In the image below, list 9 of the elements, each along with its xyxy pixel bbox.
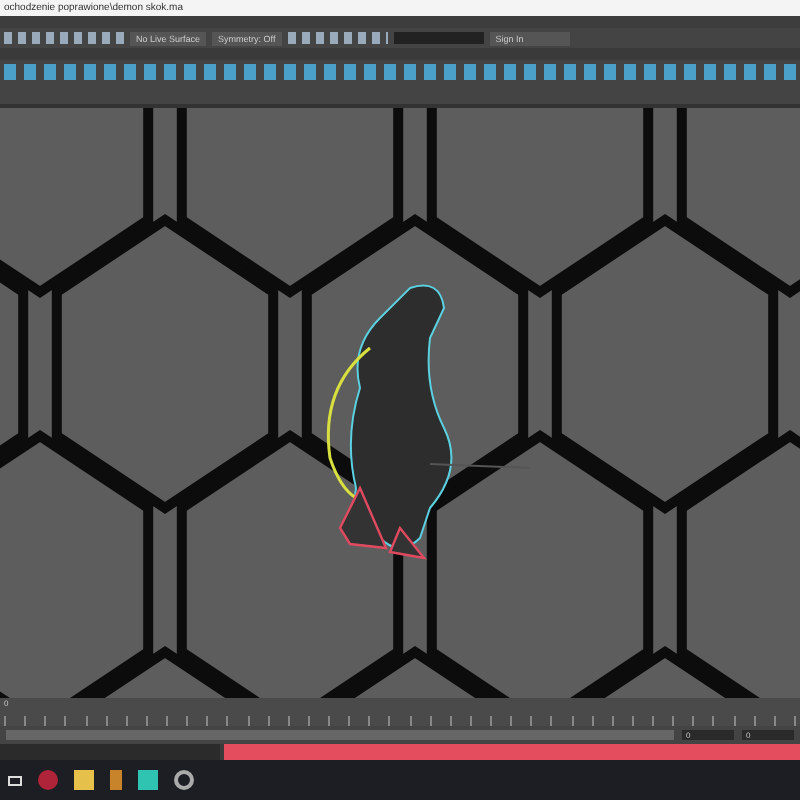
app-tile-icon[interactable] bbox=[138, 770, 158, 790]
shelf-icons[interactable] bbox=[0, 60, 800, 84]
app-icon[interactable] bbox=[110, 770, 122, 790]
folder-icon[interactable] bbox=[74, 770, 94, 790]
toolbar-icons[interactable] bbox=[4, 32, 124, 44]
search-field[interactable] bbox=[393, 32, 484, 44]
task-view-icon[interactable] bbox=[8, 775, 22, 785]
render-icons[interactable] bbox=[287, 32, 388, 44]
app-circle-icon[interactable] bbox=[38, 770, 58, 790]
